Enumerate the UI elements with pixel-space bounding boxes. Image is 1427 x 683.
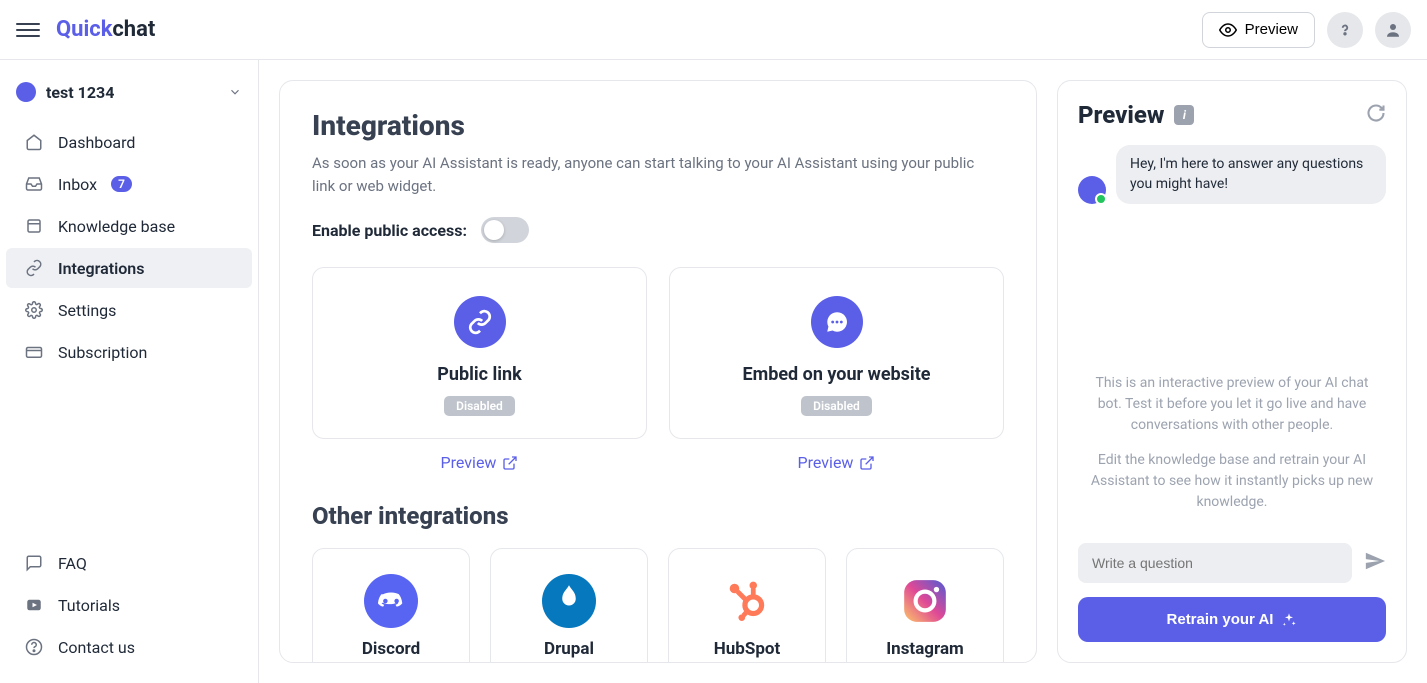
book-icon [24, 216, 44, 236]
send-button[interactable] [1364, 550, 1386, 576]
org-avatar [16, 82, 36, 102]
logo[interactable]: Quickchat [56, 17, 155, 42]
sidebar-item-settings[interactable]: Settings [6, 290, 252, 330]
preview-title: Preview [1078, 101, 1164, 129]
bot-message: Hey, I'm here to answer any questions yo… [1116, 145, 1386, 204]
integration-instagram[interactable]: Instagram [846, 548, 1004, 663]
card-icon [24, 342, 44, 362]
preview-panel: Preview i Hey, I'm here to answer any qu… [1057, 80, 1407, 663]
integration-label: Drupal [501, 639, 637, 659]
sidebar-item-contact[interactable]: Contact us [6, 627, 252, 667]
nav-main: Dashboard Inbox7 Knowledge base Integrat… [0, 120, 258, 541]
main: Integrations As soon as your AI Assistan… [259, 60, 1427, 683]
link-circle-icon [454, 296, 506, 348]
sidebar-item-dashboard[interactable]: Dashboard [6, 122, 252, 162]
discord-icon [363, 573, 419, 629]
eye-icon [1219, 21, 1237, 39]
gear-icon [24, 300, 44, 320]
sidebar-item-inbox[interactable]: Inbox7 [6, 164, 252, 204]
sidebar-item-subscription[interactable]: Subscription [6, 332, 252, 372]
chat-circle-icon [811, 296, 863, 348]
bot-avatar [1078, 176, 1106, 204]
integration-label: Discord [323, 639, 459, 659]
sidebar-item-knowledge[interactable]: Knowledge base [6, 206, 252, 246]
sidebar: test 1234 Dashboard Inbox7 Knowledge bas… [0, 60, 259, 683]
card-title: Public link [333, 364, 626, 385]
chat-icon [24, 553, 44, 573]
topbar: Quickchat Preview [0, 0, 1427, 60]
question-input[interactable] [1078, 543, 1352, 583]
hubspot-icon [719, 573, 775, 629]
org-name: test 1234 [46, 83, 218, 102]
sparkle-icon [1281, 612, 1297, 628]
info-icon[interactable]: i [1174, 105, 1194, 125]
instagram-icon [897, 573, 953, 629]
user-icon [1384, 21, 1402, 39]
status-badge: Disabled [801, 396, 872, 416]
video-icon [24, 595, 44, 615]
preview-public-link[interactable]: Preview [312, 453, 647, 472]
integration-discord[interactable]: Discord [312, 548, 470, 663]
page-subtitle: As soon as your AI Assistant is ready, a… [312, 152, 992, 197]
embed-card[interactable]: Embed on your website Disabled [669, 267, 1004, 439]
help-icon [24, 637, 44, 657]
toggle-label: Enable public access: [312, 221, 467, 240]
menu-toggle[interactable] [16, 18, 40, 42]
org-selector[interactable]: test 1234 [0, 72, 258, 112]
integration-label: HubSpot [679, 639, 815, 659]
preview-embed-link[interactable]: Preview [669, 453, 1004, 472]
reload-button[interactable] [1366, 103, 1386, 127]
integration-label: Instagram [857, 639, 993, 659]
status-badge: Disabled [444, 396, 515, 416]
integration-hubspot[interactable]: HubSpot [668, 548, 826, 663]
external-icon [859, 455, 875, 471]
sidebar-item-tutorials[interactable]: Tutorials [6, 585, 252, 625]
drupal-icon [541, 573, 597, 629]
sidebar-item-faq[interactable]: FAQ [6, 543, 252, 583]
page-title: Integrations [312, 109, 1004, 142]
chevron-down-icon [228, 85, 242, 99]
user-menu[interactable] [1375, 12, 1411, 48]
integration-drupal[interactable]: Drupal [490, 548, 648, 663]
retrain-button[interactable]: Retrain your AI [1078, 597, 1386, 642]
link-icon [24, 258, 44, 278]
nav-bottom: FAQ Tutorials Contact us [0, 541, 258, 669]
public-access-toggle[interactable] [481, 217, 529, 243]
tray-icon [24, 174, 44, 194]
preview-button[interactable]: Preview [1202, 12, 1315, 48]
content-card: Integrations As soon as your AI Assistan… [279, 80, 1037, 663]
external-icon [502, 455, 518, 471]
home-icon [24, 132, 44, 152]
help-button[interactable] [1327, 12, 1363, 48]
other-title: Other integrations [312, 502, 1004, 530]
message-row: Hey, I'm here to answer any questions yo… [1078, 145, 1386, 204]
card-title: Embed on your website [690, 364, 983, 385]
sidebar-item-integrations[interactable]: Integrations [6, 248, 252, 288]
inbox-badge: 7 [111, 176, 132, 192]
question-icon [1336, 21, 1354, 39]
preview-hint: This is an interactive preview of your A… [1078, 373, 1386, 527]
public-link-card[interactable]: Public link Disabled [312, 267, 647, 439]
